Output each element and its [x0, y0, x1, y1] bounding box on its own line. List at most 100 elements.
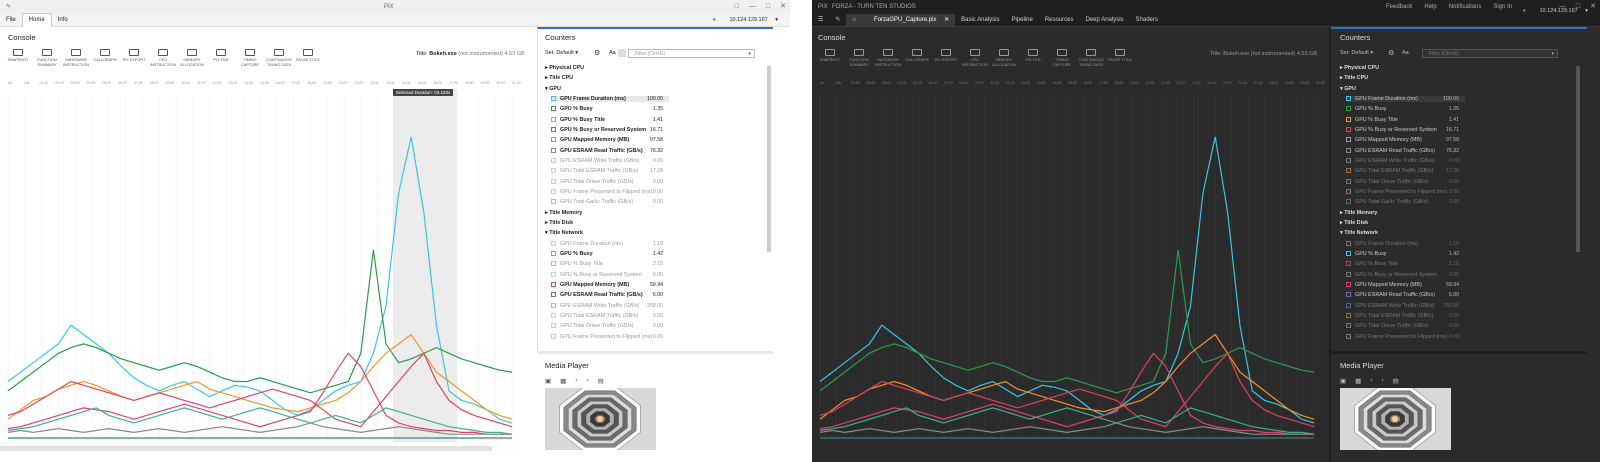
graph-tool[interactable]: CALLGRAPH — [903, 49, 931, 63]
menu-home[interactable]: Home — [21, 13, 52, 27]
counter-item[interactable]: GPU % Busy Title — [1346, 116, 1398, 123]
counter-item[interactable]: GPU ESRAM Write Traffic (GB/s) — [551, 302, 639, 309]
home-icon[interactable]: ⌂ — [846, 13, 863, 27]
pen-icon[interactable]: ✎ — [829, 14, 846, 27]
counter-checkbox[interactable] — [1346, 250, 1351, 256]
counter-set-select[interactable]: Set: Default ▾ — [545, 50, 578, 56]
minimize-icon[interactable]: — — [749, 0, 756, 14]
menu-info[interactable]: Info — [52, 14, 74, 27]
counter-item[interactable]: GPU % Busy — [1346, 106, 1386, 112]
tab-basic-analysis[interactable]: Basic Analysis — [955, 14, 1005, 27]
notifications-link[interactable]: Notifications — [1449, 0, 1482, 14]
counter-checkbox[interactable] — [1346, 261, 1351, 267]
counter-item[interactable]: GPU ESRAM Read Traffic (GB/s) — [1346, 147, 1435, 154]
counter-scrollbar[interactable] — [767, 66, 771, 252]
counter-filter-input[interactable]: Filter (Ctrl+E) ▾ — [628, 49, 755, 58]
counter-item[interactable]: GPU ESRAM Write Traffic (GB/s) — [551, 157, 639, 164]
counter-checkbox[interactable] — [551, 302, 556, 308]
counter-checkbox[interactable] — [551, 168, 556, 174]
counter-item[interactable]: GPU % Busy Title — [551, 116, 605, 123]
counter-checkbox[interactable] — [1346, 312, 1351, 318]
hamburger-icon[interactable]: ☰ — [812, 14, 829, 27]
counter-item[interactable]: GPU ESRAM Write Traffic (GB/s) — [1346, 157, 1434, 164]
counter-group[interactable]: ▸ Title Disk — [1340, 220, 1368, 226]
counter-item[interactable]: GPU Total ESRAM Traffic (GB/s) — [1346, 312, 1433, 319]
screenshot-icon[interactable]: ▣ — [1340, 377, 1346, 385]
refresh-tool[interactable]: CONTINUOUS TIMING DATA — [1077, 49, 1105, 67]
counter-item[interactable]: GPU Total Garlic Traffic (GB/s) — [1346, 199, 1428, 205]
counter-checkbox[interactable] — [1346, 137, 1351, 143]
horizontal-scrollbar[interactable] — [0, 446, 492, 451]
memory-tool[interactable]: MEMORY ALLOCATION — [990, 49, 1018, 67]
connection-status[interactable]: ● 10.124.129.167 ▾ — [701, 14, 784, 27]
counter-checkbox[interactable] — [551, 240, 556, 246]
counter-item[interactable]: GPU % Busy Title — [1346, 261, 1398, 267]
sign-in-link[interactable]: Sign In — [1493, 0, 1512, 14]
menu-file[interactable]: File — [0, 14, 22, 27]
counter-group[interactable]: ▸ Title Disk — [545, 220, 573, 226]
counter-checkbox[interactable] — [1346, 240, 1351, 246]
counter-checkbox[interactable] — [551, 178, 556, 184]
counter-group[interactable]: ▾ GPU — [545, 86, 561, 92]
export-tool[interactable]: PIX EXPORT — [120, 49, 148, 63]
counter-checkbox[interactable] — [551, 312, 556, 318]
counter-checkbox[interactable] — [551, 188, 556, 194]
counter-checkbox[interactable] — [1346, 292, 1351, 298]
chevron-down-icon[interactable]: ▾ — [1551, 50, 1554, 58]
gear-icon[interactable]: ⚙ — [1388, 49, 1394, 57]
counter-item[interactable]: GPU Frame Duration (ms) — [551, 240, 623, 247]
counter-group[interactable]: ▸ Title Memory — [545, 210, 582, 216]
cpu-tool[interactable]: CPU INSTRUCTION — [961, 49, 989, 67]
refresh-tool[interactable]: CONTINUOUS TIMING DATA — [265, 49, 293, 67]
counter-item[interactable]: GPU Total Onion Traffic (GB/s) — [1346, 323, 1429, 329]
counter-item[interactable]: GPU % Busy — [551, 250, 593, 257]
next-icon[interactable]: › — [1381, 377, 1383, 385]
camera-tool[interactable]: SNAPSHOT — [816, 49, 844, 63]
memory-tool[interactable]: MEMORY ALLOCATION — [178, 49, 206, 67]
graph-tool[interactable]: CALLGRAPH — [91, 49, 119, 63]
counter-checkbox[interactable] — [551, 250, 556, 256]
counter-checkbox[interactable] — [551, 261, 556, 267]
list-tool[interactable]: HARDWARE INSTRUCTION — [62, 49, 90, 67]
counter-item[interactable]: GPU ESRAM Read Traffic (GB/s) — [551, 292, 643, 298]
help-link[interactable]: Help — [1424, 0, 1436, 14]
regex-toggle[interactable] — [618, 49, 626, 57]
cpu-tool[interactable]: CPU INSTRUCTION — [149, 49, 177, 67]
counter-item[interactable]: GPU Total ESRAM Traffic (GB/s) — [551, 168, 638, 174]
next-icon[interactable]: › — [586, 377, 588, 385]
counter-item[interactable]: GPU % Busy Title — [551, 261, 603, 267]
feedback-icon[interactable]: □ — [735, 0, 739, 14]
counter-checkbox[interactable] — [1346, 323, 1351, 329]
export-tool[interactable]: PIX EXPORT — [932, 49, 960, 63]
counter-item[interactable]: GPU % Busy or Reserved System — [551, 271, 642, 278]
counter-item[interactable]: GPU Frame Presented to Flipped (ms) — [551, 333, 652, 340]
chart-tool[interactable]: FUNCTION SUMMARY — [845, 49, 873, 67]
match-case-button[interactable]: Aa — [609, 50, 616, 56]
screenshot-icon[interactable]: ▣ — [545, 377, 551, 385]
counter-checkbox[interactable] — [1346, 302, 1351, 308]
timeline-ruler-dark[interactable]: 0s 20s 01:00 02:00 03:00 04:00 05:00 06:00 07:00… — [812, 78, 1330, 90]
video-icon[interactable]: ▩ — [1355, 377, 1361, 385]
counter-set-select-dark[interactable]: Set: Default ▾ — [1340, 50, 1373, 56]
tab-resources[interactable]: Resources — [1039, 14, 1080, 27]
counter-item[interactable]: GPU % Busy or Reserved System — [1346, 126, 1437, 133]
console-chart-dark[interactable] — [812, 96, 1330, 446]
counter-checkbox[interactable] — [1346, 95, 1351, 101]
counter-group[interactable]: ▸ Title CPU — [1340, 75, 1368, 81]
counter-checkbox[interactable] — [1346, 333, 1351, 339]
counter-checkbox[interactable] — [1346, 271, 1351, 277]
counter-checkbox[interactable] — [551, 323, 556, 329]
counter-item[interactable]: GPU % Busy — [1346, 250, 1386, 257]
counter-item[interactable]: GPU Mapped Memory (MB) — [551, 137, 629, 143]
app-menu[interactable]: PIX — [818, 0, 828, 14]
counter-checkbox[interactable] — [551, 137, 556, 143]
counter-item[interactable]: GPU Total ESRAM Traffic (GB/s) — [1346, 168, 1433, 174]
file-tool[interactable]: PIX FILE — [207, 49, 235, 63]
counter-checkbox[interactable] — [551, 281, 556, 287]
counter-scrollbar-dark[interactable] — [1576, 66, 1580, 252]
counter-checkbox[interactable] — [1346, 188, 1351, 194]
tab-shaders[interactable]: Shaders — [1130, 14, 1164, 27]
console-chart[interactable] — [0, 96, 530, 446]
connection-status-dark[interactable]: ● 10.124.129.167 ▾ — [1511, 5, 1594, 18]
counter-item[interactable]: GPU Total Onion Traffic (GB/s) — [1346, 178, 1429, 185]
